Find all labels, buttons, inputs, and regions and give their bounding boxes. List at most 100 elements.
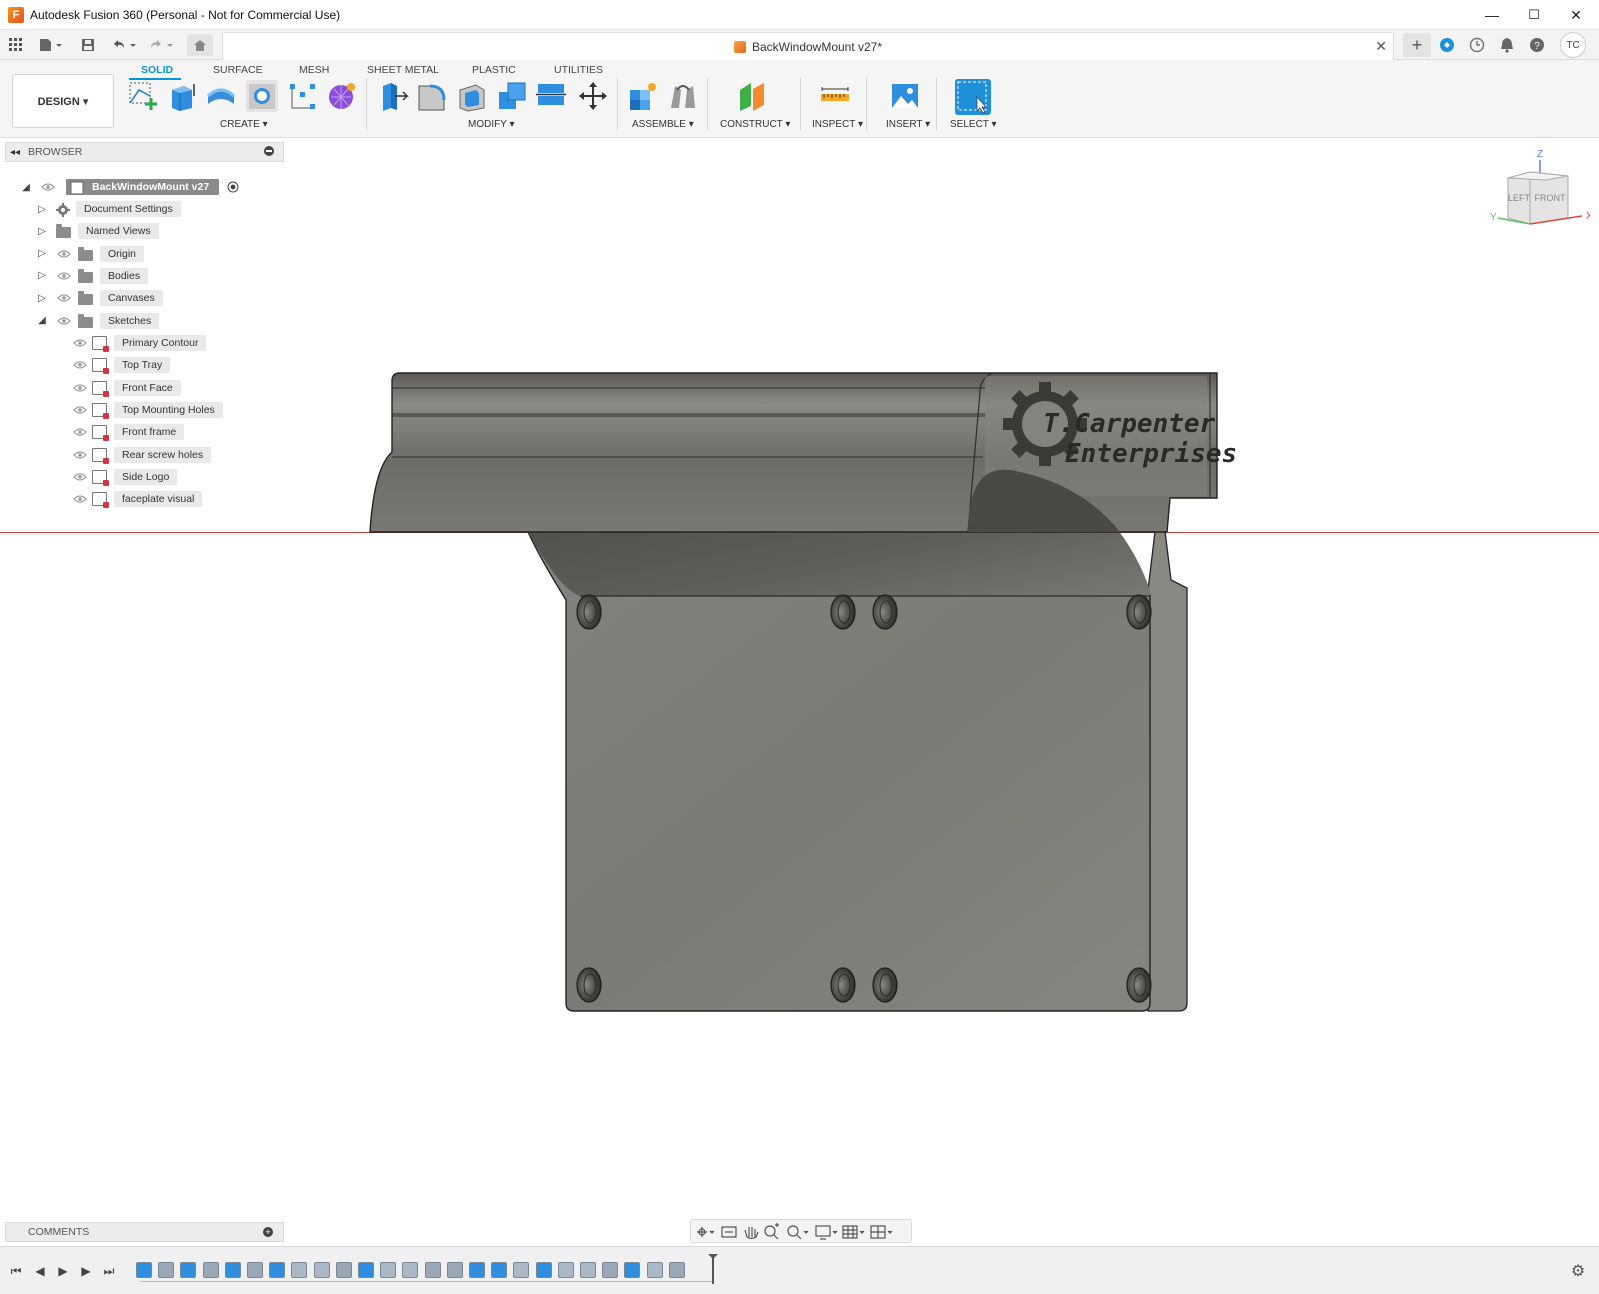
visibility-eye-icon[interactable] — [72, 383, 88, 393]
timeline-feature-icon[interactable] — [358, 1262, 374, 1278]
undo-icon[interactable] — [109, 34, 139, 56]
select-group-label[interactable]: SELECT ▾ — [950, 119, 997, 130]
timeline-feature-icon[interactable] — [668, 1262, 685, 1278]
expand-triangle-icon[interactable]: ▷ — [36, 248, 48, 260]
visibility-eye-icon[interactable] — [56, 271, 72, 281]
timeline-settings-gear-icon[interactable]: ⚙ — [1568, 1261, 1588, 1281]
timeline-marker-head[interactable] — [708, 1254, 718, 1259]
create-sketch-icon[interactable] — [127, 80, 159, 112]
timeline-feature-icon[interactable] — [580, 1262, 596, 1278]
view-cube[interactable]: Z LEFT FRONT X Y — [1490, 146, 1593, 236]
file-menu-icon[interactable] — [37, 34, 65, 56]
timeline-first-icon[interactable]: ⏮ — [6, 1261, 26, 1281]
visibility-eye-icon[interactable] — [72, 427, 88, 437]
browser-pin-icon[interactable] — [264, 146, 274, 156]
data-panel-grid-icon[interactable] — [5, 34, 27, 56]
timeline-feature-icon[interactable] — [291, 1262, 308, 1278]
browser-header[interactable]: ◂◂ BROWSER — [5, 142, 284, 162]
inspect-group-label[interactable]: INSPECT ▾ — [812, 119, 863, 130]
tab-mesh[interactable]: MESH — [299, 64, 329, 76]
job-status-icon[interactable] — [1465, 33, 1489, 57]
visibility-eye-icon[interactable] — [56, 249, 72, 259]
timeline-feature-icon[interactable] — [446, 1262, 463, 1278]
timeline-feature-icon[interactable] — [224, 1262, 241, 1278]
timeline-feature-icon[interactable] — [158, 1262, 175, 1278]
tab-utilities[interactable]: UTILITIES — [554, 64, 603, 76]
tab-surface[interactable]: SURFACE — [213, 64, 263, 76]
press-pull-icon[interactable] — [377, 80, 409, 112]
insert-image-icon[interactable] — [889, 80, 921, 112]
expand-triangle-icon[interactable]: ▷ — [36, 270, 48, 282]
new-component-icon[interactable] — [627, 80, 659, 112]
hole-icon[interactable] — [246, 80, 278, 112]
expand-triangle-icon[interactable]: ▷ — [36, 292, 48, 304]
visibility-eye-icon[interactable] — [72, 360, 88, 370]
timeline-feature-icon[interactable] — [380, 1262, 397, 1278]
rectangular-pattern-icon[interactable] — [286, 80, 318, 112]
create-form-icon[interactable] — [326, 80, 358, 112]
shell-icon[interactable] — [456, 80, 488, 112]
timeline-feature-icon[interactable] — [335, 1262, 352, 1278]
timeline-feature-icon[interactable] — [136, 1262, 152, 1278]
timeline-feature-icon[interactable] — [624, 1262, 641, 1278]
canvas-viewport[interactable]: T.Carpenter Enterprises Z LEFT FRONT X Y — [0, 138, 1599, 1218]
timeline-feature-icon[interactable] — [424, 1262, 441, 1278]
timeline-feature-icon[interactable] — [247, 1262, 263, 1278]
measure-icon[interactable] — [819, 80, 851, 112]
visibility-eye-icon[interactable] — [56, 316, 72, 326]
timeline-feature-icon[interactable] — [469, 1262, 485, 1278]
construct-group-label[interactable]: CONSTRUCT ▾ — [720, 119, 790, 130]
visibility-eye-icon[interactable] — [56, 293, 72, 303]
visibility-eye-icon[interactable] — [40, 182, 56, 192]
maximize-button[interactable]: ☐ — [1511, 0, 1557, 30]
move-copy-icon[interactable] — [577, 80, 609, 112]
comments-panel[interactable]: COMMENTS + — [5, 1222, 284, 1242]
insert-group-label[interactable]: INSERT ▾ — [886, 119, 930, 130]
fillet-icon[interactable] — [416, 80, 448, 112]
tab-sheet-metal[interactable]: SHEET METAL — [367, 64, 439, 76]
joint-icon[interactable] — [667, 80, 699, 112]
new-tab-plus-icon[interactable]: + — [1403, 33, 1431, 57]
tab-plastic[interactable]: PLASTIC — [472, 64, 516, 76]
timeline-feature-icon[interactable] — [202, 1262, 219, 1278]
timeline-feature-icon[interactable] — [602, 1262, 619, 1278]
create-group-label[interactable]: CREATE ▾ — [220, 119, 268, 130]
visibility-eye-icon[interactable] — [72, 494, 88, 504]
timeline-feature-icon[interactable] — [557, 1262, 574, 1278]
extensions-icon[interactable] — [1435, 33, 1459, 57]
timeline-last-icon[interactable]: ⏭ — [99, 1261, 119, 1281]
visibility-eye-icon[interactable] — [72, 450, 88, 460]
redo-icon[interactable] — [146, 34, 176, 56]
visibility-eye-icon[interactable] — [72, 472, 88, 482]
timeline-marker[interactable] — [712, 1256, 714, 1284]
timeline-previous-icon[interactable]: ◀ — [30, 1261, 50, 1281]
home-icon[interactable] — [187, 34, 213, 56]
tab-solid[interactable]: SOLID — [141, 64, 173, 76]
activate-radio-icon[interactable] — [227, 181, 239, 196]
expand-triangle-icon[interactable]: ◢ — [20, 181, 32, 193]
expand-triangle-icon[interactable]: ◢ — [36, 315, 48, 327]
timeline-feature-icon[interactable] — [269, 1262, 286, 1278]
timeline-play-icon[interactable]: ▶ — [53, 1261, 73, 1281]
timeline-next-icon[interactable]: ▶ — [76, 1261, 96, 1281]
notifications-bell-icon[interactable] — [1495, 33, 1519, 57]
close-tab-icon[interactable]: ✕ — [1375, 38, 1387, 55]
document-tab[interactable]: BackWindowMount v27* ✕ — [222, 32, 1394, 60]
help-icon[interactable]: ? — [1525, 33, 1549, 57]
close-window-button[interactable]: ✕ — [1553, 0, 1599, 30]
timeline-feature-icon[interactable] — [513, 1262, 530, 1278]
select-tool-icon[interactable] — [955, 79, 991, 115]
workspace-switcher[interactable]: DESIGN ▾ — [12, 74, 114, 128]
split-body-icon[interactable] — [535, 80, 567, 112]
visibility-eye-icon[interactable] — [72, 338, 88, 348]
timeline-feature-icon[interactable] — [180, 1262, 197, 1278]
timeline-feature-icon[interactable] — [491, 1262, 508, 1278]
revolve-icon[interactable] — [205, 80, 237, 112]
timeline-feature-icon[interactable] — [646, 1262, 663, 1278]
extrude-icon[interactable] — [166, 80, 198, 112]
add-comment-icon[interactable]: + — [263, 1227, 273, 1237]
timeline-feature-icon[interactable] — [535, 1262, 552, 1278]
timeline-feature-icon[interactable] — [313, 1262, 330, 1278]
modify-group-label[interactable]: MODIFY ▾ — [468, 119, 515, 130]
visibility-eye-icon[interactable] — [72, 405, 88, 415]
